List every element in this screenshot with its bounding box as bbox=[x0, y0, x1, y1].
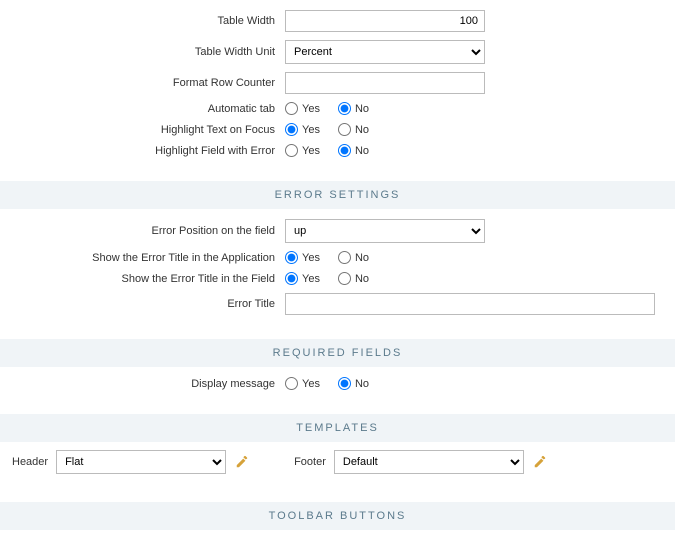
pencil-icon[interactable] bbox=[234, 454, 250, 470]
highlight-text-focus-no-text: No bbox=[355, 124, 369, 136]
highlight-text-focus-yes-text: Yes bbox=[302, 124, 320, 136]
table-width-input[interactable] bbox=[285, 10, 485, 32]
header-template-label: Header bbox=[12, 456, 48, 468]
show-error-title-field-yes-radio[interactable] bbox=[285, 272, 298, 285]
error-settings-header: Error Settings bbox=[0, 181, 675, 209]
highlight-field-error-no-radio[interactable] bbox=[338, 144, 351, 157]
show-error-title-app-yes-text: Yes bbox=[302, 252, 320, 264]
toolbar-buttons-header: Toolbar Buttons bbox=[0, 502, 675, 530]
error-position-label: Error Position on the field bbox=[0, 225, 285, 237]
header-template-select[interactable]: Flat bbox=[56, 450, 226, 474]
display-message-label: Display message bbox=[0, 378, 285, 390]
show-error-title-field-no-text: No bbox=[355, 273, 369, 285]
footer-template-select[interactable]: Default bbox=[334, 450, 524, 474]
automatic-tab-yes-radio[interactable] bbox=[285, 102, 298, 115]
highlight-text-focus-label: Highlight Text on Focus bbox=[0, 124, 285, 136]
highlight-field-error-yes-text: Yes bbox=[302, 145, 320, 157]
table-width-unit-label: Table Width Unit bbox=[0, 46, 285, 58]
error-title-label: Error Title bbox=[0, 298, 285, 310]
format-row-counter-input[interactable] bbox=[285, 72, 485, 94]
show-error-title-field-yes-text: Yes bbox=[302, 273, 320, 285]
pencil-icon[interactable] bbox=[532, 454, 548, 470]
error-position-select[interactable]: up bbox=[285, 219, 485, 243]
show-error-title-app-no-radio[interactable] bbox=[338, 251, 351, 264]
templates-header: Templates bbox=[0, 414, 675, 442]
show-error-title-field-label: Show the Error Title in the Field bbox=[0, 273, 285, 285]
highlight-text-focus-no-radio[interactable] bbox=[338, 123, 351, 136]
display-message-yes-radio[interactable] bbox=[285, 377, 298, 390]
automatic-tab-yes-text: Yes bbox=[302, 103, 320, 115]
show-error-title-field-no-radio[interactable] bbox=[338, 272, 351, 285]
automatic-tab-no-radio[interactable] bbox=[338, 102, 351, 115]
automatic-tab-label: Automatic tab bbox=[0, 103, 285, 115]
show-error-title-app-label: Show the Error Title in the Application bbox=[0, 252, 285, 264]
required-fields-header: Required Fields bbox=[0, 339, 675, 367]
display-message-yes-text: Yes bbox=[302, 378, 320, 390]
error-title-input[interactable] bbox=[285, 293, 655, 315]
show-error-title-app-no-text: No bbox=[355, 252, 369, 264]
footer-template-label: Footer bbox=[294, 456, 326, 468]
automatic-tab-no-text: No bbox=[355, 103, 369, 115]
table-width-unit-select[interactable]: Percent bbox=[285, 40, 485, 64]
display-message-no-radio[interactable] bbox=[338, 377, 351, 390]
highlight-text-focus-yes-radio[interactable] bbox=[285, 123, 298, 136]
highlight-field-error-label: Highlight Field with Error bbox=[0, 145, 285, 157]
table-width-label: Table Width bbox=[0, 15, 285, 27]
show-error-title-app-yes-radio[interactable] bbox=[285, 251, 298, 264]
highlight-field-error-yes-radio[interactable] bbox=[285, 144, 298, 157]
display-message-no-text: No bbox=[355, 378, 369, 390]
highlight-field-error-no-text: No bbox=[355, 145, 369, 157]
format-row-counter-label: Format Row Counter bbox=[0, 77, 285, 89]
